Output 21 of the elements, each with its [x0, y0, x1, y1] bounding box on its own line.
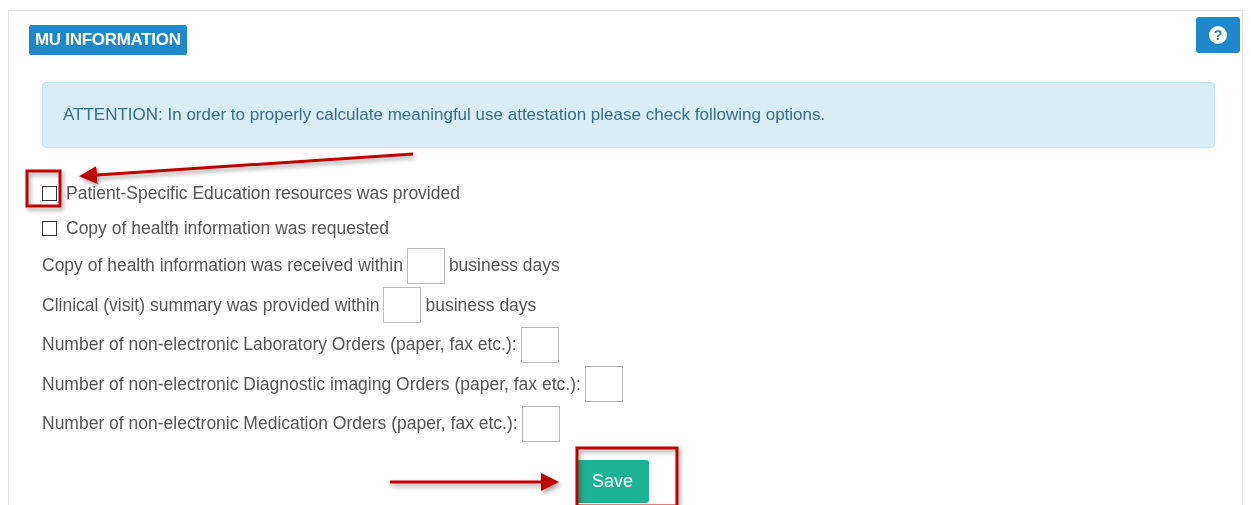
panel-title: MU INFORMATION — [29, 25, 187, 55]
field-label: Number of non-electronic Diagnostic imaging Orders (paper, fax etc.): — [42, 373, 581, 395]
field-suffix: business days — [448, 255, 560, 277]
help-button[interactable]: ? — [1196, 17, 1240, 53]
attention-alert: ATTENTION: In order to properly calculate meaningful use attestation please check following options. — [42, 82, 1215, 148]
checkbox[interactable] — [42, 221, 57, 236]
field-suffix: business days — [425, 294, 537, 316]
checkbox-label: Patient-Specific Education resources was provided — [66, 183, 460, 204]
checkbox-label: Copy of health information was requested — [66, 218, 389, 239]
save-button[interactable]: Save — [576, 459, 649, 503]
field-label: Clinical (visit) summary was provided within — [42, 294, 380, 316]
input-field[interactable] — [521, 405, 560, 442]
input-field[interactable] — [584, 366, 623, 403]
field-label: Copy of health information was received within — [42, 255, 403, 277]
highlight-frame — [25, 169, 62, 208]
input-field[interactable] — [383, 287, 422, 324]
checkbox[interactable] — [42, 186, 57, 201]
field-label: Number of non-electronic Laboratory Orders (paper, fax etc.): — [42, 334, 517, 356]
field-label: Number of non-electronic Medication Orders (paper, fax etc.): — [42, 413, 518, 435]
input-field[interactable] — [406, 247, 445, 284]
input-field[interactable] — [520, 326, 559, 363]
